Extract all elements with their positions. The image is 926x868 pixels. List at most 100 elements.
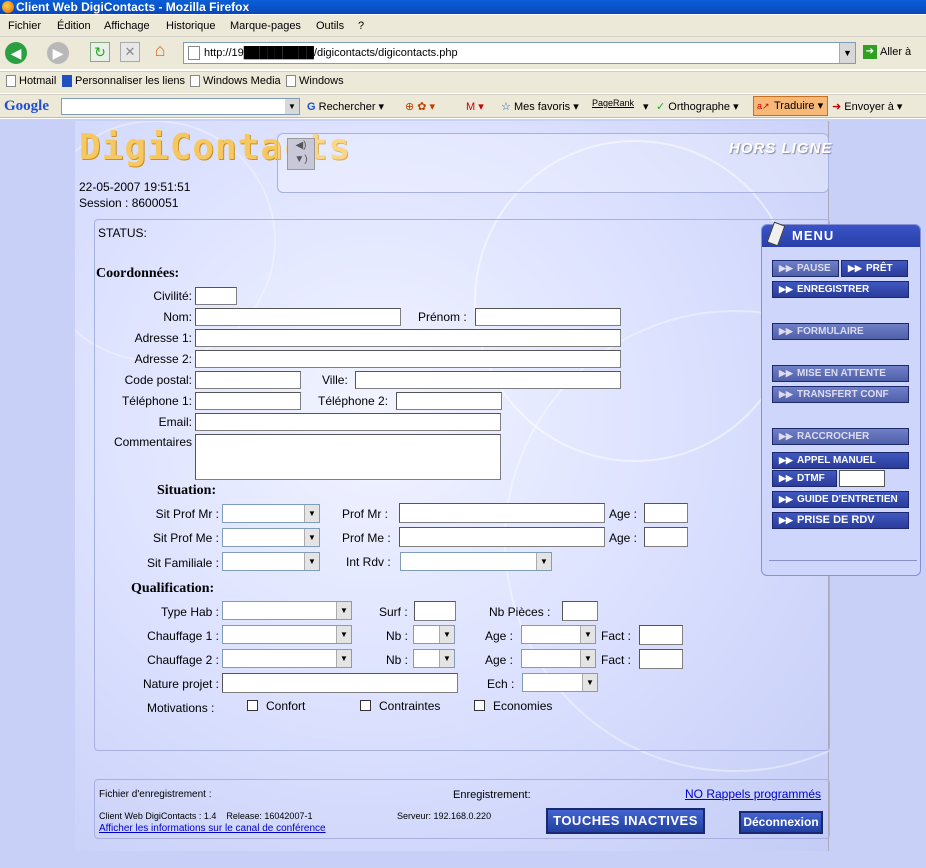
menu-marque-pages[interactable]: Marque-pages [230, 20, 301, 32]
contraintes-checkbox[interactable] [360, 700, 371, 711]
google-search-button[interactable]: G Rechercher ▾ [307, 100, 384, 113]
dtmf-input[interactable] [839, 470, 885, 487]
sit-prof-mr-select[interactable]: ▼ [222, 504, 320, 523]
pagerank-dropdown-icon[interactable]: ▾ [643, 100, 649, 113]
touches-inactives-button[interactable]: TOUCHES INACTIVES [546, 808, 705, 834]
age-me-label: Age : [609, 531, 638, 545]
enregistrer-button[interactable]: ▶▶ ENREGISTRER [772, 281, 909, 298]
mise-en-attente-button[interactable]: ▶▶ MISE EN ATTENTE [772, 365, 909, 382]
nom-input[interactable] [195, 308, 401, 326]
int-rdv-select[interactable]: ▼ [400, 552, 552, 571]
commentaires-textarea[interactable] [195, 434, 501, 480]
adresse2-input[interactable] [195, 350, 621, 368]
adresse1-input[interactable] [195, 329, 621, 347]
ech-select[interactable]: ▼ [522, 673, 598, 692]
menu-affichage[interactable]: Affichage [104, 20, 150, 32]
menu-historique[interactable]: Historique [166, 20, 216, 32]
nature-projet-input[interactable] [222, 673, 458, 693]
forward-icon[interactable]: ▶ [47, 42, 69, 64]
stop-icon[interactable]: ✕ [120, 42, 140, 62]
prof-me-input[interactable] [399, 527, 605, 547]
reload-icon[interactable]: ↻ [90, 42, 110, 62]
sit-prof-me-select[interactable]: ▼ [222, 528, 320, 547]
rappels-link[interactable]: NO Rappels programmés [685, 787, 821, 801]
link-hotmail[interactable]: Hotmail [6, 75, 56, 88]
commentaires-label: Commentaires [113, 435, 192, 449]
back-icon[interactable]: ◀ [5, 42, 27, 64]
raccrocher-button[interactable]: ▶▶ RACCROCHER [772, 428, 909, 445]
fast-forward-icon: ▶▶ [779, 368, 793, 378]
google-search-input[interactable]: ▼ [61, 98, 300, 115]
fast-forward-icon: ▶▶ [779, 455, 793, 465]
prenom-input[interactable] [475, 308, 621, 326]
chauffage1-label: Chauffage 1 : [147, 629, 219, 643]
fact2-input[interactable] [639, 649, 683, 669]
nb2-select[interactable]: ▼ [413, 649, 455, 668]
age1-select[interactable]: ▼ [521, 625, 596, 644]
surf-input[interactable] [414, 601, 456, 621]
transfert-conf-button[interactable]: ▶▶ TRANSFERT CONF [772, 386, 909, 403]
prenom-label: Prénom : [418, 310, 467, 324]
url-bar[interactable]: http://19█████████/digicontacts/digicont… [183, 42, 856, 64]
conference-info-link[interactable]: Afficher les informations sur le canal d… [99, 823, 326, 834]
formulaire-button[interactable]: ▶▶ FORMULAIRE [772, 323, 909, 340]
economies-checkbox[interactable] [474, 700, 485, 711]
server-info: Serveur: 192.168.0.220 [397, 811, 492, 821]
menu-outils[interactable]: Outils [316, 20, 344, 32]
fast-forward-icon: ▶▶ [779, 431, 793, 441]
menu-edition[interactable]: Édition [57, 20, 91, 32]
sit-familiale-select[interactable]: ▼ [222, 552, 320, 571]
home-icon[interactable]: ⌂ [148, 40, 172, 62]
age2-select[interactable]: ▼ [521, 649, 596, 668]
link-windows-media[interactable]: Windows Media [190, 75, 281, 88]
email-input[interactable] [195, 413, 501, 431]
volume-control-icon[interactable]: ◀) ▼) [287, 138, 315, 170]
menu-help[interactable]: ? [358, 20, 364, 32]
link-windows[interactable]: Windows [286, 75, 344, 88]
motivations-label: Motivations : [147, 701, 215, 715]
telephone2-input[interactable] [396, 392, 502, 410]
dropdown-icon[interactable]: ▼ [285, 99, 299, 114]
nature-projet-label: Nature projet : [142, 677, 219, 691]
gmail-icon[interactable]: M ▾ [466, 100, 484, 113]
code-postal-input[interactable] [195, 371, 301, 389]
age-me-input[interactable] [644, 527, 688, 547]
pagerank-indicator[interactable]: PageRank [592, 98, 634, 108]
envoyer-button[interactable]: ➜ Envoyer à ▾ [832, 100, 902, 113]
dropdown-icon: ▼ [304, 553, 319, 570]
window-title: Client Web DigiContacts - Mozilla Firefo… [16, 0, 250, 14]
chauffage2-select[interactable]: ▼ [222, 649, 352, 668]
url-dropdown-icon[interactable]: ▼ [839, 43, 855, 63]
go-button[interactable]: ➔ Aller à [863, 45, 911, 59]
url-text: http://19█████████/digicontacts/digicont… [204, 47, 458, 59]
telephone1-input[interactable] [195, 392, 301, 410]
ville-input[interactable] [355, 371, 621, 389]
deconnexion-button[interactable]: Déconnexion [739, 811, 823, 834]
dtmf-button[interactable]: ▶▶ DTMF [772, 470, 837, 487]
link-personnaliser[interactable]: Personnaliser les liens [62, 75, 185, 88]
prise-de-rdv-button[interactable]: ▶▶ PRISE DE RDV [772, 512, 909, 529]
pret-button[interactable]: ▶▶ PRÊT [841, 260, 908, 277]
civilite-input[interactable] [195, 287, 237, 305]
confort-checkbox[interactable] [247, 700, 258, 711]
traduire-button[interactable]: a↗ Traduire ▾ [753, 96, 828, 116]
orthographe-button[interactable]: ✓ Orthographe ▾ [656, 100, 739, 113]
dropdown-icon: ▼ [580, 650, 595, 667]
chauffage1-select[interactable]: ▼ [222, 625, 352, 644]
page-icon [190, 75, 200, 88]
nb1-select[interactable]: ▼ [413, 625, 455, 644]
dropdown-icon: ▼ [304, 505, 319, 522]
appel-manuel-button[interactable]: ▶▶ APPEL MANUEL [772, 452, 909, 469]
nb-pieces-input[interactable] [562, 601, 598, 621]
mes-favoris-button[interactable]: ☆ Mes favoris ▾ [501, 100, 579, 113]
prof-mr-input[interactable] [399, 503, 605, 523]
google-tools-icon[interactable]: ⊕ ✿ ▾ [405, 100, 435, 113]
pause-button[interactable]: ▶▶ PAUSE [772, 260, 839, 277]
prof-me-label: Prof Me : [342, 531, 391, 545]
type-hab-select[interactable]: ▼ [222, 601, 352, 620]
guide-entretien-button[interactable]: ▶▶ GUIDE D'ENTRETIEN [772, 491, 909, 508]
age-mr-input[interactable] [644, 503, 688, 523]
fast-forward-icon: ▶▶ [779, 494, 793, 504]
menu-fichier[interactable]: Fichier [8, 20, 41, 32]
fact1-input[interactable] [639, 625, 683, 645]
